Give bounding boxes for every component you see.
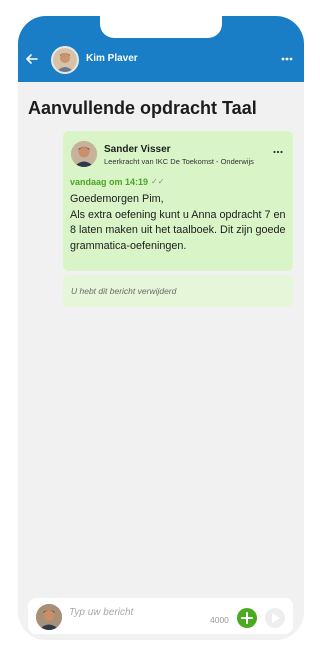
character-counter: 4000 [210,615,229,625]
chat-header: Kim Plaver [18,16,304,82]
message-line: Goedemorgen Pim, [70,193,164,205]
sender-role: Leerkracht van IKC De Toekomst - Onderwi… [104,157,254,166]
message-options-icon[interactable] [273,150,283,154]
read-status-icon: ✓✓ [151,177,165,186]
device-notch [100,16,222,38]
message-card: Sander Visser Leerkracht van IKC De Toek… [63,131,293,271]
phone-screen: Kim Plaver Aanvullende opdracht Taal San… [18,16,304,640]
contact-name[interactable]: Kim Plaver [86,53,138,64]
deleted-message-text: U hebt dit bericht verwijderd [71,286,177,296]
message-line: Als extra oefening kunt u Anna opdracht … [70,208,286,252]
contact-avatar[interactable] [51,46,79,74]
send-button[interactable] [265,608,285,628]
message-body: Goedemorgen Pim, Als extra oefening kunt… [70,192,290,254]
back-arrow-icon[interactable] [25,52,39,66]
composer-avatar [36,604,62,630]
sender-avatar [71,141,97,167]
send-icon [272,613,280,623]
more-options-icon[interactable] [280,52,294,66]
conversation-title: Aanvullende opdracht Taal [28,98,257,118]
plus-icon [241,612,253,624]
add-attachment-button[interactable] [237,608,257,628]
sender-name: Sander Visser [104,144,171,155]
message-timestamp: vandaag om 14:19 [70,177,149,187]
deleted-message-card: U hebt dit bericht verwijderd [63,275,293,307]
message-composer: 4000 [28,598,293,634]
message-input[interactable] [69,604,199,620]
